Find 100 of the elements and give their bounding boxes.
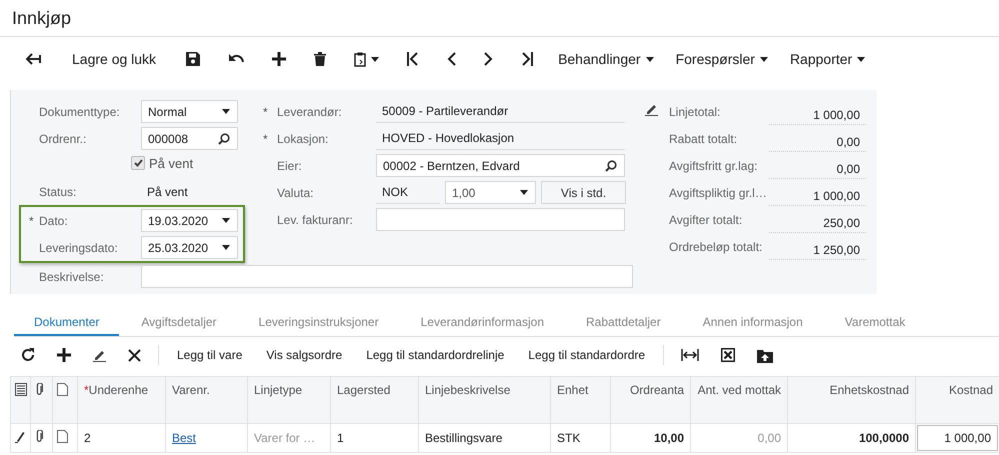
tab[interactable]: Annen informasjon: [682, 310, 823, 336]
chevron-right-icon: [484, 52, 494, 66]
total-label: Rabatt totalt:: [669, 132, 738, 146]
lookup-field[interactable]: 000008: [141, 127, 238, 150]
caret-icon: [646, 56, 654, 62]
total-value: 1 000,00: [769, 102, 866, 124]
field-label: Dato:: [39, 214, 69, 228]
description-field[interactable]: [141, 265, 633, 288]
view-base-button[interactable]: Vis i std.: [541, 181, 626, 204]
field-label: Valuta:: [277, 186, 314, 200]
last-icon: [521, 52, 534, 66]
column-header[interactable]: Enhet: [557, 383, 588, 397]
total-value: 250,00: [769, 210, 866, 232]
table-cell: 1: [337, 431, 344, 445]
tab[interactable]: Rabattdetaljer: [566, 310, 681, 336]
table-cell: Bestillingsvare: [425, 431, 502, 445]
field-label: Ordrenr.:: [39, 132, 88, 146]
pencil-icon: [15, 430, 25, 442]
toolbar-button[interactable]: Legg til standardordre: [516, 341, 658, 369]
total-label: Avgiftsfritt gr.lag:: [669, 158, 758, 172]
tab[interactable]: Dokumenter: [14, 310, 120, 336]
column-header[interactable]: Enhetskostnad: [830, 383, 909, 397]
input-field[interactable]: [376, 208, 625, 231]
pencil-icon: [93, 348, 106, 362]
excel-icon: [721, 348, 736, 362]
readonly-field: HOVED - Hovedlokasjon: [376, 127, 625, 150]
first-icon: [407, 52, 420, 66]
column-header[interactable]: Linjetype: [254, 383, 302, 397]
dropdown-field[interactable]: Normal: [141, 100, 238, 123]
currency-field: NOK: [376, 181, 440, 204]
table-cell: STK: [557, 431, 580, 445]
dropdown-field[interactable]: 25.03.2020: [141, 236, 238, 259]
required-mark: *: [263, 104, 269, 118]
caret-icon: [222, 109, 230, 114]
toolbar-button[interactable]: Vis salgsordre: [254, 341, 354, 369]
refresh-icon: [21, 348, 35, 362]
caret-icon: [222, 218, 230, 223]
field-label: Leverandør:: [277, 104, 343, 118]
tab[interactable]: Leverandørinformasjon: [400, 310, 564, 336]
document-icon: [57, 430, 68, 443]
readonly-field: 50009 - Partileverandør: [376, 100, 625, 123]
field-label: Status:: [39, 184, 78, 198]
search-icon: [605, 160, 617, 172]
checkmark-icon: [134, 159, 142, 167]
column-header[interactable]: Varenr.: [172, 383, 210, 397]
required-mark: *: [263, 132, 269, 146]
table-cell: 2: [84, 431, 91, 445]
paperclip-icon: [35, 430, 44, 443]
total-label: Ordrebeløp totalt:: [669, 240, 764, 254]
field-label: Beskrivelse:: [39, 270, 105, 284]
caret-icon: [857, 56, 866, 62]
document-icon: [57, 383, 68, 396]
caret-icon: [371, 56, 380, 62]
plus-icon: [272, 52, 286, 66]
field-label: Lokasjon:: [277, 132, 330, 146]
total-label: Linjetotal:: [669, 104, 722, 118]
menu-button[interactable]: Behandlinger: [547, 44, 665, 74]
column-header[interactable]: Lagersted: [337, 383, 390, 397]
trash-icon: [314, 52, 326, 66]
total-value: 1 000,00: [769, 184, 866, 206]
cost-input[interactable]: 1 000,00: [917, 425, 998, 451]
folder-upload-icon: [757, 348, 774, 362]
tab[interactable]: Avgiftsdetaljer: [121, 310, 237, 336]
rate-dropdown[interactable]: 1,00: [445, 181, 536, 204]
tab[interactable]: Leveringsinstruksjoner: [238, 310, 399, 336]
field-label: Dokumenttype:: [39, 104, 121, 118]
menu-button[interactable]: Forespørsler: [664, 44, 779, 74]
dropdown-field[interactable]: 19.03.2020: [141, 209, 238, 232]
tab[interactable]: Varemottak: [824, 310, 926, 336]
field-label: Leveringsdato:: [39, 240, 119, 254]
toolbar-button[interactable]: Legg til standardordrelinje: [354, 341, 516, 369]
total-label: Avgiftspliktig gr.l…: [669, 186, 768, 200]
status-value: På vent: [146, 184, 189, 200]
menu-button[interactable]: Rapporter: [778, 44, 876, 74]
column-header[interactable]: Kostnad: [948, 383, 993, 397]
field-label: Eier:: [277, 158, 303, 172]
total-label: Avgifter totalt:: [669, 212, 744, 226]
save-close-button[interactable]: Lagre og lukk: [56, 44, 172, 74]
caret-icon: [520, 190, 528, 195]
back-arrow-icon: [26, 53, 42, 65]
pencil-icon: [644, 102, 658, 116]
close-icon: [128, 348, 141, 362]
paperclip-icon: [35, 383, 44, 396]
fit-width-icon: [681, 349, 700, 361]
field-label: Lev. fakturanr:: [277, 212, 354, 226]
item-link[interactable]: Best: [172, 431, 196, 445]
save-icon: [186, 52, 200, 66]
caret-icon: [222, 245, 230, 250]
chevron-left-icon: [447, 52, 456, 66]
undo-icon: [228, 53, 244, 65]
caret-icon: [760, 56, 768, 62]
table-cell: 10,00: [654, 431, 684, 445]
lookup-field[interactable]: 00002 - Berntzen, Edvard: [376, 154, 625, 177]
table-cell: 0,00: [758, 431, 781, 445]
list-icon: [15, 383, 27, 396]
table-cell: 100,0000: [858, 431, 909, 445]
on-hold-checkbox[interactable]: På vent: [131, 156, 194, 170]
search-icon: [218, 132, 230, 144]
column-header[interactable]: Linjebeskrivelse: [425, 383, 510, 397]
toolbar-button[interactable]: Legg til vare: [165, 341, 254, 369]
